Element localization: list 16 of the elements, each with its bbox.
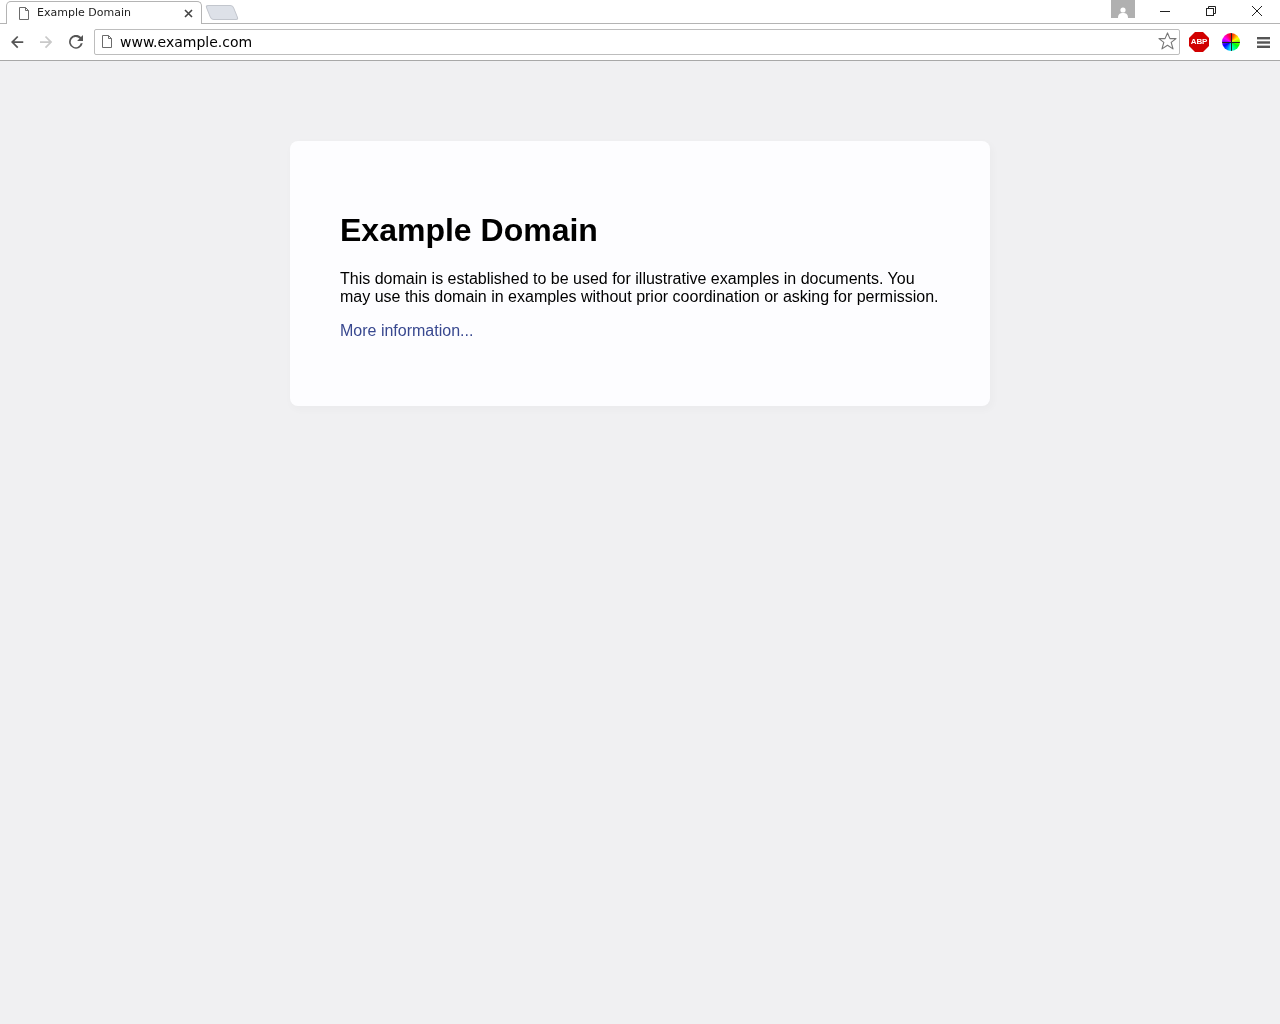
close-icon[interactable] [1252,6,1262,16]
reload-icon[interactable] [68,35,83,49]
more-information-link[interactable]: More information... [340,322,474,339]
page-heading: Example Domain [340,212,599,249]
address-bar[interactable]: www.example.com [94,29,1180,55]
browser-tab[interactable]: Example Domain [6,1,202,24]
page-icon [102,35,112,48]
page-paragraph: This domain is established to be used for illustrative examples in documents. You may use this domain in examples without prior coordination or asking for permission. [340,270,940,306]
close-icon[interactable] [184,8,193,18]
adblock-button[interactable]: ABP [1189,32,1209,52]
color-wheel-icon[interactable] [1222,33,1240,51]
star-icon[interactable] [1158,32,1177,50]
page-icon [19,6,29,20]
menu-icon[interactable] [1256,36,1270,48]
restore-icon[interactable] [1206,6,1216,16]
back-icon[interactable] [10,35,25,49]
